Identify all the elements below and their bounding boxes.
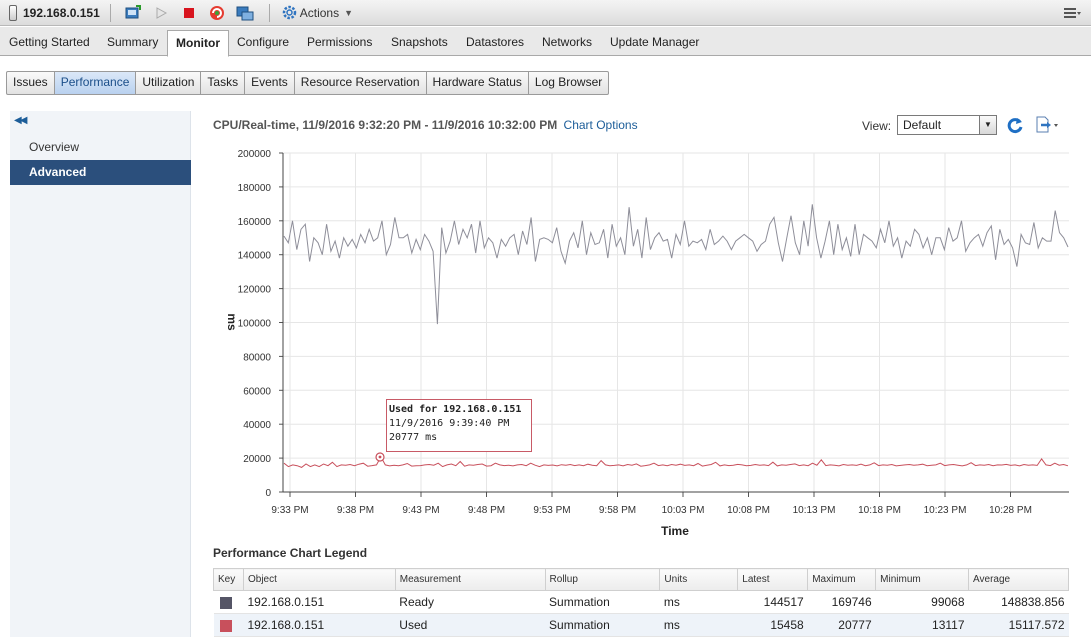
performance-chart: 0 20000 40000 60000 80000 100000 120000 140000 1… [225,149,1069,538]
x-tick-label: 9:38 PM [337,505,374,516]
col-maximum[interactable]: Maximum [807,568,877,591]
y-tick-label: 40000 [243,420,271,431]
col-key[interactable]: Key [213,568,244,591]
x-tick-label: 10:18 PM [858,505,901,516]
x-tick-label: 10:08 PM [727,505,770,516]
tooltip-line-3: 20777 ms [389,432,438,443]
legend-key-cell [213,613,244,637]
legend-average: 15117.572 [968,613,1069,637]
legend-table: Key Object Measurement Rollup Units Late… [213,568,1069,637]
x-tick-label: 9:53 PM [533,505,570,516]
series-swatch [219,619,232,632]
x-axis-title: Time [661,524,689,538]
legend-row-ready[interactable]: 192.168.0.151 Ready Summation ms 144517 … [213,590,1069,614]
legend-maximum: 20777 [807,613,876,637]
series-swatch [219,596,232,609]
col-units[interactable]: Units [659,568,739,591]
legend-row-used[interactable]: 192.168.0.151 Used Summation ms 15458 20… [213,613,1069,637]
tooltip-line-1: Used for 192.168.0.151 [389,404,522,415]
y-tick-label: 100000 [238,319,272,330]
x-tick-label: 10:03 PM [662,505,705,516]
legend-key-cell [213,590,244,614]
legend-latest: 15458 [737,613,808,637]
chart-tooltip: Used for 192.168.0.151 11/9/2016 9:39:40… [386,399,532,452]
legend-object: 192.168.0.151 [243,590,396,614]
x-tick-label: 9:48 PM [468,505,505,516]
y-tick-label: 200000 [238,149,272,160]
legend-latest: 144517 [737,590,808,614]
series-line-ready[interactable] [283,204,1069,325]
y-tick-label: 120000 [238,285,272,296]
legend-minimum: 13117 [875,613,969,637]
y-tick-label: 180000 [238,183,272,194]
y-tick-label: 0 [265,488,271,499]
legend-rollup: Summation [545,613,660,637]
legend-average: 148838.856 [968,590,1069,614]
x-tick-label: 9:43 PM [402,505,439,516]
col-measurement[interactable]: Measurement [394,568,546,591]
col-rollup[interactable]: Rollup [544,568,661,591]
chart-axes: 0 20000 40000 60000 80000 100000 120000 140000 1… [238,149,1069,516]
y-tick-label: 160000 [238,217,272,228]
x-tick-label: 9:58 PM [599,505,636,516]
legend-rollup: Summation [545,590,660,614]
legend-title: Performance Chart Legend [213,546,368,560]
col-latest[interactable]: Latest [737,568,809,591]
y-tick-label: 60000 [243,386,271,397]
x-tick-label: 10:23 PM [924,505,967,516]
x-tick-label: 9:33 PM [271,505,308,516]
x-tick-label: 10:28 PM [989,505,1032,516]
legend-measurement: Used [395,613,546,637]
y-tick-label: 20000 [243,454,271,465]
y-axis-title: ms [225,313,239,331]
legend-units: ms [659,613,738,637]
y-tick-label: 140000 [238,251,272,262]
col-minimum[interactable]: Minimum [875,568,970,591]
col-average[interactable]: Average [968,568,1069,591]
legend-units: ms [659,590,738,614]
legend-measurement: Ready [395,590,546,614]
tooltip-marker-dot [378,455,382,459]
legend-minimum: 99068 [875,590,969,614]
legend-object: 192.168.0.151 [243,613,396,637]
legend-header-row: Key Object Measurement Rollup Units Late… [213,568,1069,591]
tooltip-line-2: 11/9/2016 9:39:40 PM [389,418,510,429]
col-object[interactable]: Object [242,568,396,591]
x-tick-label: 10:13 PM [793,505,836,516]
y-tick-label: 80000 [243,352,271,363]
legend-maximum: 169746 [807,590,876,614]
